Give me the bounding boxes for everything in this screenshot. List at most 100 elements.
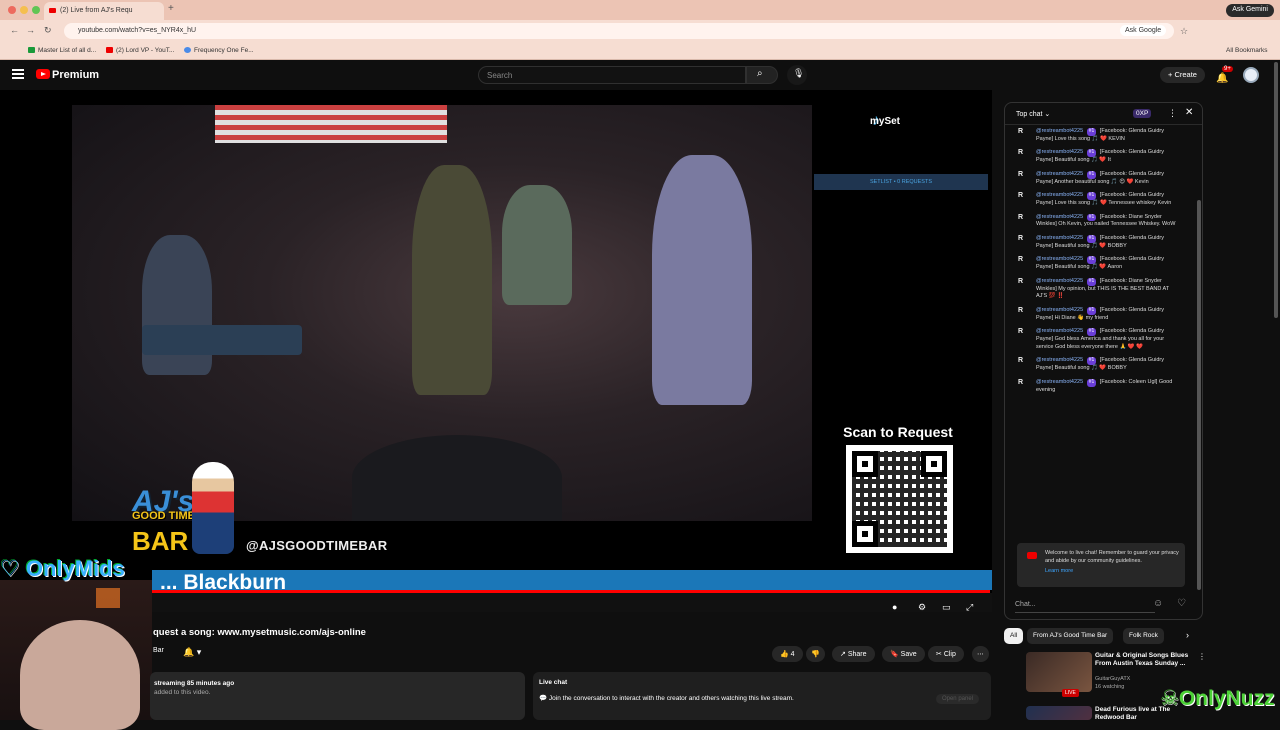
restream-icon: R [1018, 306, 1024, 314]
bookmark-star-icon[interactable]: ☆ [1180, 26, 1188, 37]
search-button[interactable]: ⌕ [746, 66, 778, 84]
theater-icon[interactable]: ▭ [942, 602, 951, 612]
tab-title: (2) Live from AJ's Requ [60, 7, 133, 14]
heart-icon[interactable]: ♡ [1177, 598, 1186, 609]
back-icon[interactable]: ← [10, 25, 19, 35]
forward-icon[interactable]: → [26, 25, 35, 35]
browser-tab[interactable]: (2) Live from AJ's Requ [44, 2, 164, 20]
live-chat-heading: Live chat [539, 679, 568, 686]
learn-more-link[interactable]: Learn more [1045, 568, 1179, 576]
channel-name[interactable]: Bar [153, 647, 164, 654]
video-player[interactable]: ♪ mySet SETLIST • 0 REQUESTS Scan to Req… [0, 90, 992, 612]
reload-icon[interactable]: ↻ [44, 25, 52, 36]
player-controls [152, 593, 992, 612]
close-window-icon[interactable] [8, 6, 16, 14]
bookmark-item[interactable]: Frequency One Fe... [184, 47, 254, 54]
rec-watching: 16 watching [1095, 684, 1125, 690]
ask-google-button[interactable]: Ask Google [1120, 25, 1167, 36]
chat-message: R @restreambot4225 #1 [Facebook: Glenda G… [1005, 169, 1202, 190]
new-tab-icon[interactable]: + [168, 3, 174, 14]
chat-source: [Facebook: [1099, 170, 1128, 177]
all-bookmarks[interactable]: All Bookmarks [1226, 47, 1268, 54]
chevron-right-icon[interactable]: › [1186, 630, 1189, 640]
chat-author[interactable]: @restreambot4225 [1036, 149, 1083, 155]
ask-gemini-button[interactable]: Ask Gemini [1226, 4, 1274, 17]
chip-all[interactable]: All [1004, 628, 1024, 644]
band-member [412, 165, 492, 395]
cowboy-mascot [192, 462, 234, 554]
good-time-text: GOOD TIME [132, 510, 195, 522]
create-button[interactable]: + Create [1160, 67, 1205, 83]
thumbs-down-icon: 👎 [811, 651, 820, 658]
chat-author[interactable]: @restreambot4225 [1036, 192, 1083, 198]
youtube-logo-icon[interactable] [36, 69, 50, 79]
chat-source: [Facebook: [1099, 149, 1128, 156]
fullscreen-icon[interactable]: ⤢ [966, 602, 973, 612]
description-box[interactable]: streaming 85 minutes ago added to this v… [150, 672, 525, 720]
restream-icon: R [1018, 277, 1024, 285]
chat-input[interactable]: Chat... [1015, 597, 1155, 613]
search-input[interactable]: Search [478, 66, 746, 84]
chat-author[interactable]: @restreambot4225 [1036, 379, 1083, 385]
chat-author[interactable]: @restreambot4225 [1036, 256, 1083, 262]
chat-message: R @restreambot4225 #1 [Facebook: Diane Sn… [1005, 276, 1202, 305]
emoji-icon[interactable]: ☺ [1153, 598, 1163, 609]
chat-author[interactable]: @restreambot4225 [1036, 357, 1083, 363]
rec-title[interactable]: Guitar & Original Songs Blues From Austi… [1095, 652, 1195, 668]
youtube-header: Premium Search ⌕ 🎙 + Create 🔔 9+ [0, 60, 1280, 90]
chat-source: [Facebook: [1099, 277, 1128, 284]
chat-message: R @restreambot4225 #1 [Facebook: Coleen U… [1005, 377, 1202, 398]
restream-icon: R [1018, 213, 1024, 221]
chat-author[interactable]: @restreambot4225 [1036, 171, 1083, 177]
chat-author[interactable]: @restreambot4225 [1036, 235, 1083, 241]
save-button[interactable]: 🔖 Save [882, 646, 925, 662]
chat-author[interactable]: @restreambot4225 [1036, 328, 1083, 334]
gear-icon[interactable]: ⚙ [918, 602, 926, 612]
rec-channel[interactable]: GuitarGuyATX [1095, 676, 1130, 682]
chat-message: R @restreambot4225 #1 [Facebook: Glenda G… [1005, 147, 1202, 168]
chat-source: [Facebook: [1099, 306, 1128, 313]
chat-source: [Facebook: [1099, 192, 1128, 199]
thumbnail[interactable] [1026, 706, 1092, 720]
chat-scrollbar[interactable] [1197, 200, 1201, 590]
url-field[interactable]: youtube.com/watch?v=es_NYR4x_hU [64, 23, 1174, 39]
bookmark-item[interactable]: (2) Lord VP - YouT... [106, 47, 174, 54]
scan-to-request: Scan to Request [843, 424, 953, 440]
restream-icon: R [1018, 192, 1024, 200]
share-button[interactable]: ↗ Share [832, 646, 875, 662]
points-badge[interactable]: 0XP [1133, 109, 1152, 118]
like-button[interactable]: 👍 4 [772, 646, 803, 662]
mic-icon[interactable]: 🎙 [787, 65, 807, 85]
dislike-button[interactable]: 👎 [806, 646, 825, 662]
subscription-bell-icon[interactable]: 🔔 ▾ [183, 647, 213, 661]
restream-icon: R [1018, 378, 1024, 386]
thumbnail[interactable] [1026, 652, 1092, 692]
chat-author[interactable]: @restreambot4225 [1036, 214, 1083, 220]
more-icon[interactable]: ⋮ [1168, 108, 1177, 119]
top-chat-dropdown[interactable]: Top chat ⌄ [1016, 110, 1050, 118]
more-actions-icon[interactable]: ⋯ [972, 646, 989, 662]
page-scrollbar[interactable] [1274, 62, 1278, 318]
qr-code [846, 445, 953, 553]
open-panel-button[interactable]: Open panel [935, 694, 979, 704]
chip-folk-rock[interactable]: Folk Rock [1123, 628, 1164, 644]
menu-icon[interactable] [12, 69, 24, 79]
member-badge: #1 [1086, 192, 1097, 200]
video-frame[interactable] [72, 105, 812, 521]
chat-message: R @restreambot4225 #1 [Facebook: Glenda G… [1005, 355, 1202, 376]
more-icon[interactable]: ⋮ [1198, 652, 1206, 661]
chip-from-channel[interactable]: From AJ's Good Time Bar [1027, 628, 1114, 644]
chat-message: R @restreambot4225 #1 [Facebook: Glenda G… [1005, 233, 1202, 254]
chat-author[interactable]: @restreambot4225 [1036, 307, 1083, 313]
bookmark-item[interactable]: Master List of all d... [28, 47, 96, 54]
autoplay-icon[interactable]: ● [892, 602, 897, 612]
chat-message: R @restreambot4225 #1 [Facebook: Diane Sn… [1005, 212, 1202, 233]
onlymids-overlay: ♡ OnlyMids [0, 556, 125, 581]
close-icon[interactable]: ✕ [1185, 107, 1193, 118]
minimize-window-icon[interactable] [20, 6, 28, 14]
avatar[interactable] [1243, 67, 1259, 83]
chat-author[interactable]: @restreambot4225 [1036, 278, 1083, 284]
clip-button[interactable]: ✂ Clip [928, 646, 964, 662]
chat-author[interactable]: @restreambot4225 [1036, 128, 1083, 134]
maximize-window-icon[interactable] [32, 6, 40, 14]
